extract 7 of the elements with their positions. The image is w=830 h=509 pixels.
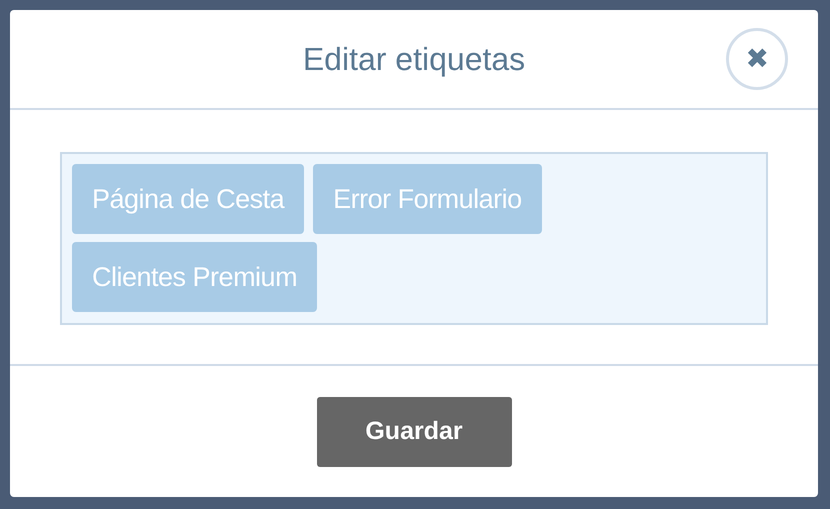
tag-chip[interactable]: Clientes Premium (72, 242, 318, 312)
tag-input-field[interactable]: Página de Cesta Error Formulario Clientes Premium (60, 152, 768, 325)
close-button[interactable]: ✖ (726, 28, 788, 90)
tag-chip[interactable]: Página de Cesta (72, 164, 304, 234)
tag-chip[interactable]: Error Formulario (313, 164, 542, 234)
dialog-title: Editar etiquetas (302, 40, 526, 78)
save-button[interactable]: Guardar (316, 396, 512, 466)
